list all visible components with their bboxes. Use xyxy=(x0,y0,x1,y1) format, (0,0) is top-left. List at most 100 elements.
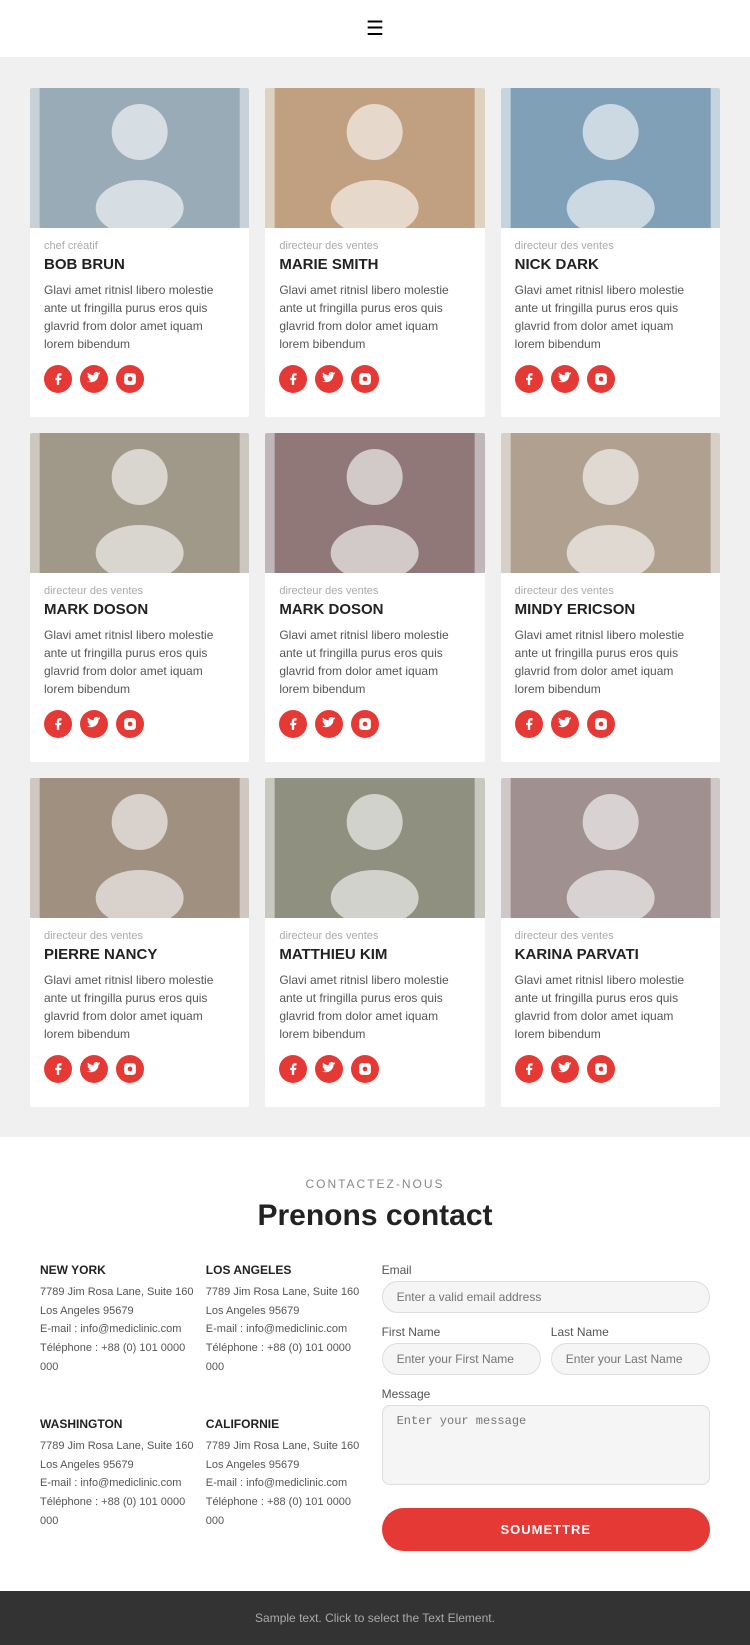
menu-icon[interactable]: ☰ xyxy=(366,16,384,41)
instagram-icon[interactable] xyxy=(351,1055,379,1083)
team-card-social xyxy=(515,365,706,393)
address-block: CALIFORNIE 7789 Jim Rosa Lane, Suite 160… xyxy=(206,1417,362,1551)
team-grid: chef créatif BOB BRUN Glavi amet ritnisl… xyxy=(30,88,720,1107)
team-card-role: chef créatif xyxy=(44,240,235,252)
instagram-icon[interactable] xyxy=(116,365,144,393)
team-card: directeur des ventes MARK DOSON Glavi am… xyxy=(265,433,484,762)
instagram-icon[interactable] xyxy=(351,365,379,393)
message-label: Message xyxy=(382,1387,710,1401)
team-card-role: directeur des ventes xyxy=(44,930,235,942)
address-city: CALIFORNIE xyxy=(206,1417,362,1431)
team-card-name: MARIE SMITH xyxy=(279,256,470,273)
team-card: directeur des ventes MATTHIEU KIM Glavi … xyxy=(265,778,484,1107)
team-card-desc: Glavi amet ritnisl libero molestie ante … xyxy=(44,626,235,698)
instagram-icon[interactable] xyxy=(116,710,144,738)
team-card-desc: Glavi amet ritnisl libero molestie ante … xyxy=(515,281,706,353)
facebook-icon[interactable] xyxy=(515,365,543,393)
team-avatar xyxy=(501,433,720,573)
team-avatar xyxy=(265,433,484,573)
facebook-icon[interactable] xyxy=(515,1055,543,1083)
facebook-icon[interactable] xyxy=(44,365,72,393)
email-label: Email xyxy=(382,1263,710,1277)
team-card-desc: Glavi amet ritnisl libero molestie ante … xyxy=(44,971,235,1043)
footer: Sample text. Click to select the Text El… xyxy=(0,1591,750,1645)
first-name-label: First Name xyxy=(382,1325,541,1339)
contact-section: CONTACTEZ-NOUS Prenons contact NEW YORK … xyxy=(0,1137,750,1591)
email-group: Email xyxy=(382,1263,710,1313)
team-card-role: directeur des ventes xyxy=(44,585,235,597)
team-card-body: directeur des ventes PIERRE NANCY Glavi … xyxy=(30,918,249,1107)
team-avatar xyxy=(265,778,484,918)
submit-button[interactable]: SOUMETTRE xyxy=(382,1508,710,1551)
team-card-name: PIERRE NANCY xyxy=(44,946,235,963)
twitter-icon[interactable] xyxy=(80,710,108,738)
twitter-icon[interactable] xyxy=(315,365,343,393)
twitter-icon[interactable] xyxy=(551,365,579,393)
team-card-desc: Glavi amet ritnisl libero molestie ante … xyxy=(279,281,470,353)
team-card-name: MARK DOSON xyxy=(44,601,235,618)
team-card-body: directeur des ventes MARK DOSON Glavi am… xyxy=(30,573,249,762)
team-card-body: directeur des ventes MINDY ERICSON Glavi… xyxy=(501,573,720,762)
message-group: Message xyxy=(382,1387,710,1490)
facebook-icon[interactable] xyxy=(44,710,72,738)
facebook-icon[interactable] xyxy=(279,710,307,738)
footer-text: Sample text. Click to select the Text El… xyxy=(255,1611,495,1625)
contact-content: NEW YORK 7789 Jim Rosa Lane, Suite 160Lo… xyxy=(40,1263,710,1551)
address-block: WASHINGTON 7789 Jim Rosa Lane, Suite 160… xyxy=(40,1417,196,1551)
twitter-icon[interactable] xyxy=(80,1055,108,1083)
team-card-social xyxy=(279,1055,470,1083)
team-card-role: directeur des ventes xyxy=(515,585,706,597)
email-input[interactable] xyxy=(382,1281,710,1313)
team-card: directeur des ventes KARINA PARVATI Glav… xyxy=(501,778,720,1107)
twitter-icon[interactable] xyxy=(315,1055,343,1083)
team-card-name: MARK DOSON xyxy=(279,601,470,618)
twitter-icon[interactable] xyxy=(315,710,343,738)
instagram-icon[interactable] xyxy=(587,1055,615,1083)
team-card: directeur des ventes NICK DARK Glavi ame… xyxy=(501,88,720,417)
team-card-body: directeur des ventes MARIE SMITH Glavi a… xyxy=(265,228,484,417)
facebook-icon[interactable] xyxy=(279,1055,307,1083)
team-avatar xyxy=(501,88,720,228)
contact-form: Email First Name Last Name Message SOUME… xyxy=(382,1263,710,1551)
team-card: directeur des ventes PIERRE NANCY Glavi … xyxy=(30,778,249,1107)
team-card-name: KARINA PARVATI xyxy=(515,946,706,963)
team-card-role: directeur des ventes xyxy=(515,240,706,252)
message-input[interactable] xyxy=(382,1405,710,1485)
address-city: WASHINGTON xyxy=(40,1417,196,1431)
address-block: NEW YORK 7789 Jim Rosa Lane, Suite 160Lo… xyxy=(40,1263,196,1397)
team-card-desc: Glavi amet ritnisl libero molestie ante … xyxy=(44,281,235,353)
team-card-body: directeur des ventes MARK DOSON Glavi am… xyxy=(265,573,484,762)
team-avatar xyxy=(30,88,249,228)
last-name-input[interactable] xyxy=(551,1343,710,1375)
contact-addresses: NEW YORK 7789 Jim Rosa Lane, Suite 160Lo… xyxy=(40,1263,362,1551)
instagram-icon[interactable] xyxy=(116,1055,144,1083)
team-card-body: directeur des ventes NICK DARK Glavi ame… xyxy=(501,228,720,417)
facebook-icon[interactable] xyxy=(279,365,307,393)
team-card-role: directeur des ventes xyxy=(279,930,470,942)
team-card-social xyxy=(44,365,235,393)
instagram-icon[interactable] xyxy=(587,365,615,393)
address-text: 7789 Jim Rosa Lane, Suite 160Los Angeles… xyxy=(206,1437,362,1530)
first-name-input[interactable] xyxy=(382,1343,541,1375)
team-avatar xyxy=(30,778,249,918)
facebook-icon[interactable] xyxy=(44,1055,72,1083)
twitter-icon[interactable] xyxy=(551,1055,579,1083)
team-section: chef créatif BOB BRUN Glavi amet ritnisl… xyxy=(0,58,750,1137)
instagram-icon[interactable] xyxy=(351,710,379,738)
team-card-name: BOB BRUN xyxy=(44,256,235,273)
facebook-icon[interactable] xyxy=(515,710,543,738)
team-avatar xyxy=(30,433,249,573)
twitter-icon[interactable] xyxy=(551,710,579,738)
team-card-social xyxy=(279,365,470,393)
instagram-icon[interactable] xyxy=(587,710,615,738)
address-city: LOS ANGELES xyxy=(206,1263,362,1277)
team-avatar xyxy=(501,778,720,918)
header: ☰ xyxy=(0,0,750,58)
team-card-name: NICK DARK xyxy=(515,256,706,273)
team-card-desc: Glavi amet ritnisl libero molestie ante … xyxy=(279,971,470,1043)
team-card-social xyxy=(515,1055,706,1083)
team-avatar xyxy=(265,88,484,228)
twitter-icon[interactable] xyxy=(80,365,108,393)
team-card: directeur des ventes MINDY ERICSON Glavi… xyxy=(501,433,720,762)
team-card-social xyxy=(279,710,470,738)
